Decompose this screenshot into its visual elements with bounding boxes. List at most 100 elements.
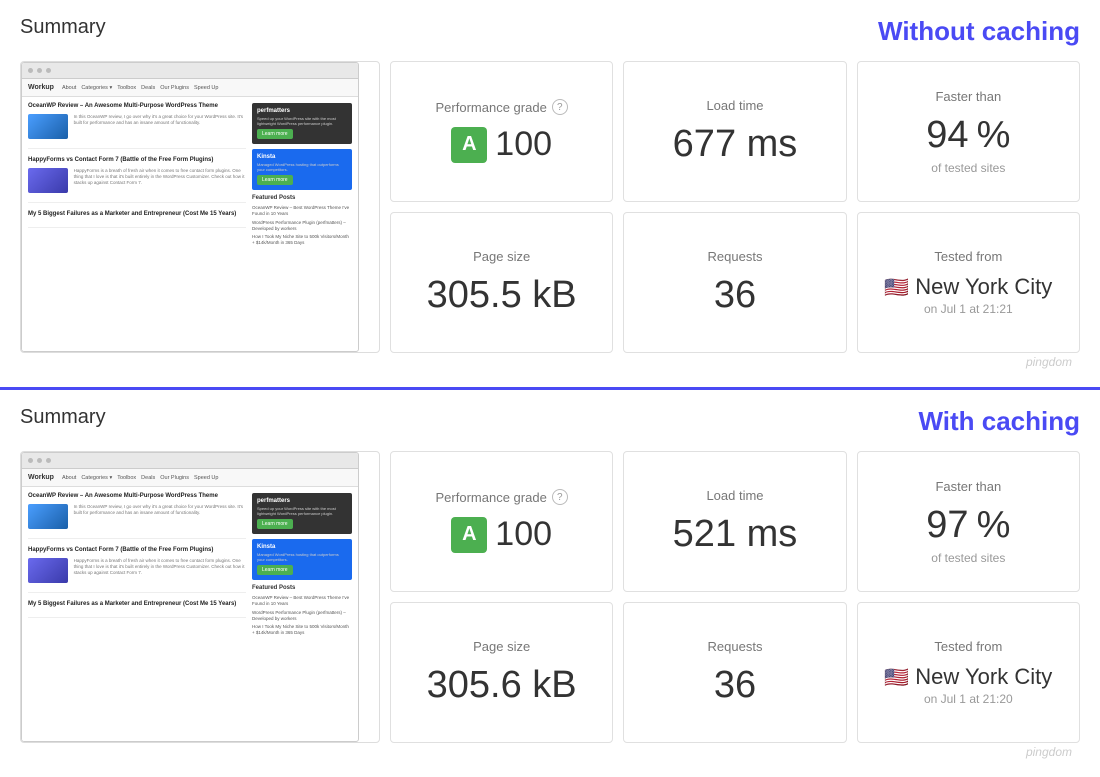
dot-3 xyxy=(46,68,51,73)
mini-browser-2: Workup About Categories ▾ Toolbox Deals … xyxy=(21,452,359,742)
metric-label-perf-2: Performance grade ? xyxy=(436,489,568,505)
metric-performance-grade-2: Performance grade ? A 100 xyxy=(390,451,613,592)
caching-label-1: Without caching xyxy=(878,16,1080,47)
metric-label-faster-2: Faster than xyxy=(935,479,1001,494)
help-icon-1[interactable]: ? xyxy=(552,99,568,115)
metric-requests-1: Requests 36 xyxy=(623,212,846,353)
mini-ad-perfmatters: perfmatters Speed up your WordPress site… xyxy=(252,103,352,144)
mini-nav-2: Workup About Categories ▾ Toolbox Deals … xyxy=(22,469,358,487)
summary-label-2: Summary xyxy=(20,406,106,429)
metrics-grid-1: Performance grade ? A 100 Load time 677 … xyxy=(390,61,1080,353)
metric-page-size-2: Page size 305.6 kB xyxy=(390,602,613,743)
metric-label-requests-1: Requests xyxy=(708,249,763,264)
metric-value-faster-2: 97 % xyxy=(926,504,1010,547)
mini-browser-bar-1 xyxy=(22,63,358,79)
metric-label-tested-2: Tested from xyxy=(934,639,1002,654)
metric-load-time-2: Load time 521 ms xyxy=(623,451,846,592)
metric-label-load-1: Load time xyxy=(706,98,763,113)
metric-label-tested-1: Tested from xyxy=(934,249,1002,264)
pingdom-1: pingdom xyxy=(1026,353,1080,371)
flag-2: 🇺🇸 xyxy=(884,665,909,690)
tested-from-value-1: 🇺🇸 New York City xyxy=(884,274,1052,300)
metric-value-size-1: 305.5 kB xyxy=(427,274,577,317)
section-header-1: Summary Without caching xyxy=(20,16,1080,47)
metric-label-size-1: Page size xyxy=(473,249,530,264)
metric-value-requests-1: 36 xyxy=(714,274,756,317)
tested-from-sub-1: on Jul 1 at 21:21 xyxy=(924,302,1013,316)
metric-label-load-2: Load time xyxy=(706,488,763,503)
mini-post-4: OceanWP Review – An Awesome Multi-Purpos… xyxy=(28,493,246,539)
metric-value-load-2: 521 ms xyxy=(673,513,798,556)
thumb-ocean-2 xyxy=(28,504,68,529)
section-footer-2: pingdom xyxy=(20,743,1080,761)
mini-right-1: perfmatters Speed up your WordPress site… xyxy=(252,103,352,249)
grade-badge-2: A xyxy=(451,517,487,553)
metric-value-perf-2: A 100 xyxy=(451,515,552,554)
section-content-2: Workup About Categories ▾ Toolbox Deals … xyxy=(20,451,1080,743)
mini-nav-logo-2: Workup xyxy=(28,474,54,481)
dot-6 xyxy=(46,458,51,463)
metrics-grid-2: Performance grade ? A 100 Load time 521 … xyxy=(390,451,1080,743)
tested-from-sub-2: on Jul 1 at 21:20 xyxy=(924,692,1013,706)
metric-tested-from-1: Tested from 🇺🇸 New York City on Jul 1 at… xyxy=(857,212,1080,353)
dot-2 xyxy=(37,68,42,73)
screenshot-panel-2: Workup About Categories ▾ Toolbox Deals … xyxy=(20,451,380,743)
mini-nav-links-1: About Categories ▾ Toolbox Deals Our Plu… xyxy=(62,85,219,91)
mini-browser-1: Workup About Categories ▾ Toolbox Deals … xyxy=(21,62,359,352)
tested-from-value-2: 🇺🇸 New York City xyxy=(884,664,1052,690)
mini-nav-1: Workup About Categories ▾ Toolbox Deals … xyxy=(22,79,358,97)
dot-1 xyxy=(28,68,33,73)
section-content-1: Workup About Categories ▾ Toolbox Deals … xyxy=(20,61,1080,353)
mini-right-2: perfmatters Speed up your WordPress site… xyxy=(252,493,352,639)
section-with-caching: Summary With caching Workup About Catego… xyxy=(0,390,1100,777)
section-without-caching: Summary Without caching Workup About Cat… xyxy=(0,0,1100,390)
metric-page-size-1: Page size 305.5 kB xyxy=(390,212,613,353)
metric-sub-faster-1: of tested sites xyxy=(931,161,1005,175)
help-icon-2[interactable]: ? xyxy=(552,489,568,505)
metric-requests-2: Requests 36 xyxy=(623,602,846,743)
section-footer-1: pingdom xyxy=(20,353,1080,371)
thumb-chess-2 xyxy=(28,558,68,583)
mini-ad-kinsta-2: Kinsta Managed WordPress hosting that ou… xyxy=(252,539,352,580)
grade-badge-1: A xyxy=(451,127,487,163)
metric-label-faster-1: Faster than xyxy=(935,89,1001,104)
metric-faster-than-1: Faster than 94 % of tested sites xyxy=(857,61,1080,202)
mini-content-1: OceanWP Review – An Awesome Multi-Purpos… xyxy=(22,97,358,255)
mini-ad-perfmatters-2: perfmatters Speed up your WordPress site… xyxy=(252,493,352,534)
mini-post-5: HappyForms vs Contact Form 7 (Battle of … xyxy=(28,547,246,593)
flag-1: 🇺🇸 xyxy=(884,275,909,300)
metric-label-size-2: Page size xyxy=(473,639,530,654)
mini-post-3: My 5 Biggest Failures as a Marketer and … xyxy=(28,211,246,229)
metric-label-perf-1: Performance grade ? xyxy=(436,99,568,115)
metric-value-faster-1: 94 % xyxy=(926,114,1010,157)
mini-nav-links-2: About Categories ▾ Toolbox Deals Our Plu… xyxy=(62,475,219,481)
metric-tested-from-2: Tested from 🇺🇸 New York City on Jul 1 at… xyxy=(857,602,1080,743)
caching-label-2: With caching xyxy=(918,406,1080,437)
section-header-2: Summary With caching xyxy=(20,406,1080,437)
dot-4 xyxy=(28,458,33,463)
mini-post-1: OceanWP Review – An Awesome Multi-Purpos… xyxy=(28,103,246,149)
metric-value-load-1: 677 ms xyxy=(673,123,798,166)
screenshot-panel-1: Workup About Categories ▾ Toolbox Deals … xyxy=(20,61,380,353)
mini-post-6: My 5 Biggest Failures as a Marketer and … xyxy=(28,601,246,619)
mini-ad-kinsta: Kinsta Managed WordPress hosting that ou… xyxy=(252,149,352,190)
mini-left-2: OceanWP Review – An Awesome Multi-Purpos… xyxy=(28,493,246,639)
metric-sub-faster-2: of tested sites xyxy=(931,551,1005,565)
mini-post-2: HappyForms vs Contact Form 7 (Battle of … xyxy=(28,157,246,203)
metric-value-requests-2: 36 xyxy=(714,664,756,707)
metric-load-time-1: Load time 677 ms xyxy=(623,61,846,202)
dot-5 xyxy=(37,458,42,463)
thumb-chess xyxy=(28,168,68,193)
mini-left-1: OceanWP Review – An Awesome Multi-Purpos… xyxy=(28,103,246,249)
metric-performance-grade-1: Performance grade ? A 100 xyxy=(390,61,613,202)
summary-label-1: Summary xyxy=(20,16,106,39)
pingdom-2: pingdom xyxy=(1026,743,1080,761)
metric-value-perf-1: A 100 xyxy=(451,125,552,164)
mini-nav-logo-1: Workup xyxy=(28,84,54,91)
metric-label-requests-2: Requests xyxy=(708,639,763,654)
mini-browser-bar-2 xyxy=(22,453,358,469)
metric-value-size-2: 305.6 kB xyxy=(427,664,577,707)
metric-faster-than-2: Faster than 97 % of tested sites xyxy=(857,451,1080,592)
mini-content-2: OceanWP Review – An Awesome Multi-Purpos… xyxy=(22,487,358,645)
thumb-ocean xyxy=(28,114,68,139)
